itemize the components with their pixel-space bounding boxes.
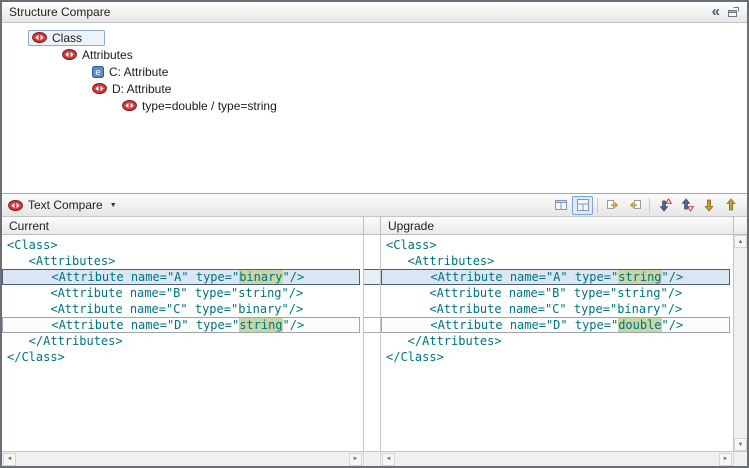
- copy-all-left-icon[interactable]: [624, 196, 645, 215]
- tree-item-inner: e C: Attribute: [88, 64, 172, 80]
- two-pane-icon[interactable]: [550, 196, 571, 215]
- code-line[interactable]: </Attributes>: [381, 333, 733, 349]
- code-line[interactable]: <Attribute name="C" type="binary"/>: [381, 301, 733, 317]
- code-line-diff[interactable]: <Attribute name="D" type="double"/>: [381, 317, 730, 333]
- text-compare-header: Text Compare ▼: [2, 194, 747, 217]
- element-icon: e: [92, 66, 104, 78]
- tree-item-inner: type=double / type=string: [118, 98, 281, 114]
- conflict-change-icon: [32, 32, 47, 43]
- structure-compare-panel: Structure Compare « ClassAttributes e C: A…: [2, 2, 747, 194]
- diff-word-highlight: double: [618, 318, 661, 332]
- code-line[interactable]: <Attribute name="B" type="string"/>: [381, 285, 733, 301]
- gutter-scroll-corner: [363, 452, 381, 466]
- code-line[interactable]: </Class>: [2, 349, 363, 365]
- pane-headers: Current Upgrade: [2, 217, 747, 235]
- previous-difference-icon[interactable]: [676, 196, 697, 215]
- code-line[interactable]: <Attribute name="B" type="string"/>: [2, 285, 363, 301]
- compare-content: <Class> <Attributes> <Attribute name="A"…: [2, 235, 747, 451]
- left-horizontal-scrollbar[interactable]: ◄ ►: [2, 452, 363, 466]
- tree-item-type-double-type-string[interactable]: type=double / type=string: [2, 97, 747, 114]
- scroll-left-icon[interactable]: ◄: [382, 453, 395, 466]
- copy-all-right-icon[interactable]: [602, 196, 623, 215]
- text-compare-title: Text Compare: [28, 198, 103, 212]
- code-line[interactable]: <Attribute name="C" type="binary"/>: [2, 301, 363, 317]
- left-pane-header: Current: [2, 217, 363, 235]
- structure-tree: ClassAttributes e C: Attribute D: Attribute…: [2, 23, 747, 114]
- scroll-left-icon[interactable]: ◄: [3, 453, 16, 466]
- tree-item-label: C: Attribute: [109, 65, 168, 79]
- left-pane-title: Current: [9, 219, 49, 233]
- scroll-right-icon[interactable]: ►: [719, 453, 732, 466]
- svg-text:e: e: [95, 68, 101, 78]
- scrollbar-corner: [733, 452, 747, 466]
- chevron-down-icon[interactable]: ▼: [110, 202, 117, 209]
- code-line-diff[interactable]: <Attribute name="A" type="binary"/>: [2, 269, 360, 285]
- tree-item-inner: Attributes: [58, 47, 137, 63]
- scroll-right-icon[interactable]: ►: [349, 453, 362, 466]
- tree-item-label: Attributes: [82, 48, 133, 62]
- tree-item-d-attribute[interactable]: D: Attribute: [2, 80, 747, 97]
- right-horizontal-scrollbar[interactable]: ◄ ►: [381, 452, 733, 466]
- diff-word-highlight: string: [239, 318, 282, 332]
- tree-item-label: Class: [52, 31, 82, 45]
- tree-item-inner: Class: [28, 30, 105, 46]
- toolbar-separator: [649, 198, 650, 213]
- structure-compare-title: Structure Compare: [9, 5, 110, 19]
- conflict-change-icon: [92, 83, 107, 94]
- scrollbar-corner: [733, 217, 747, 235]
- scroll-up-icon[interactable]: ▲: [734, 235, 747, 248]
- tree-item-label: type=double / type=string: [142, 99, 277, 113]
- left-code-pane[interactable]: <Class> <Attributes> <Attribute name="A"…: [2, 235, 363, 451]
- text-compare-panel: Text Compare ▼ Current Upgrade <Class> <…: [2, 194, 747, 466]
- vertical-scrollbar[interactable]: ▲ ▼: [733, 235, 747, 451]
- code-line[interactable]: </Class>: [381, 349, 733, 365]
- right-code-pane[interactable]: <Class> <Attributes> <Attribute name="A"…: [381, 235, 733, 451]
- code-line[interactable]: <Class>: [381, 237, 733, 253]
- code-line[interactable]: <Attributes>: [2, 253, 363, 269]
- next-difference-icon[interactable]: [654, 196, 675, 215]
- tree-item-class[interactable]: Class: [2, 29, 747, 46]
- previous-change-icon[interactable]: [720, 196, 741, 215]
- structure-compare-header: Structure Compare «: [2, 2, 747, 23]
- code-line-diff[interactable]: <Attribute name="D" type="string"/>: [2, 317, 360, 333]
- horizontal-scrollbars: ◄ ► ◄ ►: [2, 451, 747, 466]
- right-pane-title: Upgrade: [388, 219, 434, 233]
- code-line[interactable]: <Class>: [2, 237, 363, 253]
- diff-connector-gutter: [363, 235, 381, 451]
- conflict-change-icon: [8, 200, 23, 211]
- structure-header-icons: «: [712, 6, 740, 18]
- code-line[interactable]: </Attributes>: [2, 333, 363, 349]
- tree-item-attributes[interactable]: Attributes: [2, 46, 747, 63]
- tree-item-label: D: Attribute: [112, 82, 171, 96]
- conflict-change-icon: [122, 100, 137, 111]
- next-change-icon[interactable]: [698, 196, 719, 215]
- tree-item-c-attribute[interactable]: e C: Attribute: [2, 63, 747, 80]
- ancestor-pane-icon[interactable]: [572, 196, 593, 215]
- compare-editor: Structure Compare « ClassAttributes e C: A…: [0, 0, 749, 468]
- code-line[interactable]: <Attributes>: [381, 253, 733, 269]
- minimize-icon[interactable]: «: [712, 6, 720, 18]
- maximize-icon[interactable]: [727, 6, 740, 18]
- code-line-diff[interactable]: <Attribute name="A" type="string"/>: [381, 269, 730, 285]
- tree-item-inner: D: Attribute: [88, 81, 175, 97]
- gutter-header: [363, 217, 381, 235]
- scroll-down-icon[interactable]: ▼: [734, 438, 747, 451]
- compare-toolbar: [550, 196, 741, 215]
- right-pane-header: Upgrade: [381, 217, 733, 235]
- toolbar-separator: [597, 198, 598, 213]
- conflict-change-icon: [62, 49, 77, 60]
- diff-word-highlight: binary: [239, 270, 282, 284]
- diff-word-highlight: string: [618, 270, 661, 284]
